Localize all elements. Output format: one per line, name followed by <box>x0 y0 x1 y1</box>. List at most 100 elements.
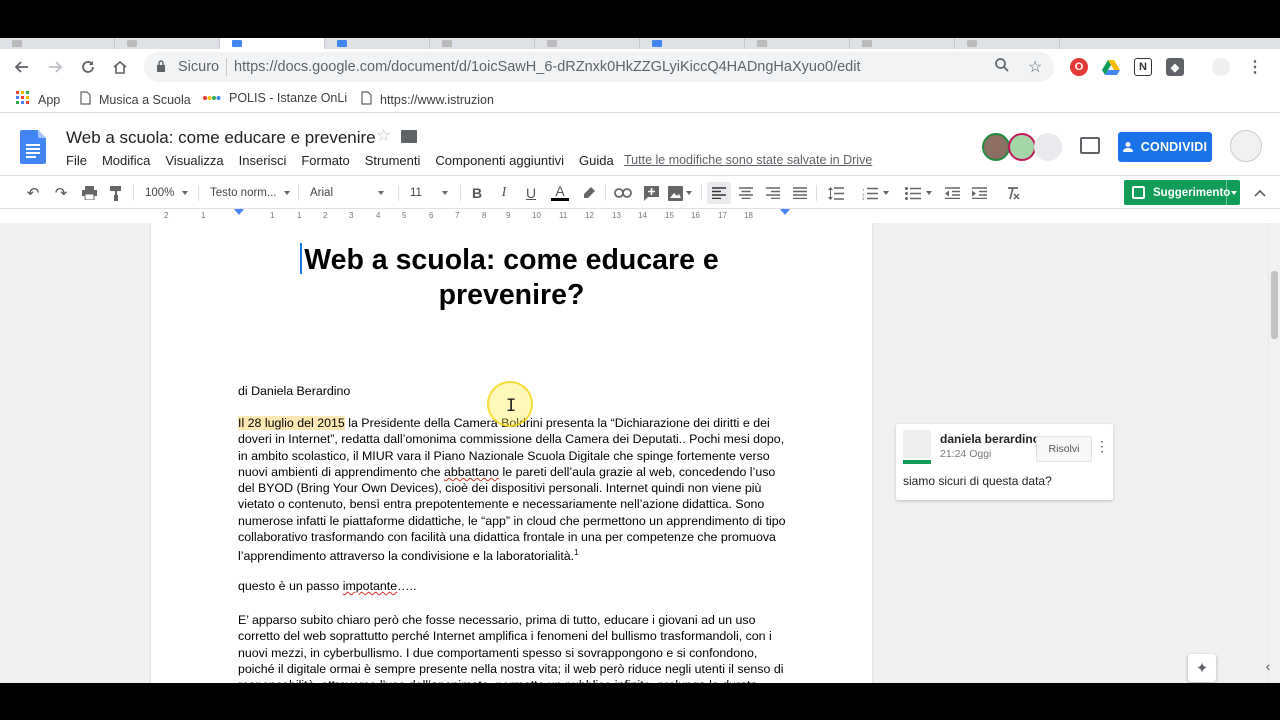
clear-formatting-icon[interactable] <box>1002 182 1024 204</box>
search-icon[interactable] <box>994 57 1010 78</box>
indent-marker[interactable] <box>234 209 244 215</box>
menu-guida[interactable]: Guida <box>579 153 614 168</box>
comments-icon[interactable] <box>1080 137 1100 154</box>
numbered-list-icon[interactable]: 123 <box>858 182 892 204</box>
font-select[interactable]: Arial <box>310 182 384 204</box>
explore-icon[interactable]: ✦ <box>1188 654 1216 682</box>
add-comment-icon[interactable] <box>640 182 662 204</box>
increase-indent-icon[interactable] <box>968 182 990 204</box>
font-size-select[interactable]: 11 <box>410 182 448 204</box>
chevron-left-icon[interactable]: ‹ <box>1256 652 1280 680</box>
redo-icon[interactable]: ↷ <box>50 182 72 204</box>
misspelled-word[interactable]: abbattano <box>444 465 499 479</box>
menu-formato[interactable]: Formato <box>301 153 349 168</box>
browser-tab[interactable] <box>850 38 955 49</box>
undo-icon[interactable]: ↶ <box>22 182 44 204</box>
divider <box>133 185 134 201</box>
bookmark-star-icon[interactable]: ☆ <box>1028 57 1042 77</box>
scrollbar-thumb[interactable] <box>1271 271 1278 339</box>
align-right-icon[interactable] <box>762 182 784 204</box>
browser-tab[interactable] <box>115 38 220 49</box>
profile-avatar[interactable] <box>1212 58 1230 76</box>
collapse-menus-icon[interactable] <box>1250 182 1270 204</box>
save-status[interactable]: Tutte le modifiche sono state salvate in… <box>624 153 872 167</box>
document-heading[interactable]: Web a scuola: come educare e prevenire? <box>239 243 784 313</box>
highlighted-text[interactable]: Il 28 luglio del 2015 <box>238 416 345 430</box>
vertical-scrollbar[interactable] <box>1268 223 1280 683</box>
align-left-icon[interactable] <box>707 182 731 204</box>
menu-visualizza[interactable]: Visualizza <box>165 153 223 168</box>
home-button[interactable] <box>108 55 132 79</box>
bookmark-istruzione[interactable]: https://www.istruzion <box>361 91 494 108</box>
browser-tab[interactable] <box>325 38 430 49</box>
url-text[interactable]: https://docs.google.com/document/d/1oicS… <box>234 59 860 75</box>
reload-button[interactable] <box>76 55 100 79</box>
underline-icon[interactable]: U <box>520 182 542 204</box>
paragraph-3[interactable]: E’ apparso subito chiaro però che fosse … <box>238 612 788 683</box>
bulleted-list-icon[interactable] <box>900 182 936 204</box>
notion-extension-icon[interactable]: N <box>1134 58 1152 76</box>
ruler-tick: 14 <box>638 211 647 220</box>
address-bar[interactable]: Sicuro https://docs.google.com/document/… <box>144 52 1054 82</box>
highlight-color-icon[interactable] <box>578 182 600 204</box>
align-center-icon[interactable] <box>735 182 757 204</box>
menu-modifica[interactable]: Modifica <box>102 153 150 168</box>
user-avatar[interactable] <box>1230 130 1262 162</box>
browser-tab[interactable] <box>535 38 640 49</box>
forward-button[interactable] <box>43 55 67 79</box>
bookmark-apps[interactable]: App <box>16 91 60 108</box>
right-indent-marker[interactable] <box>780 209 790 215</box>
ruler-tick: 1 <box>270 211 275 220</box>
collaborators-more-icon[interactable] <box>1034 133 1062 161</box>
paragraph-2[interactable]: questo è un passo impotante….. <box>238 578 788 594</box>
browser-tab[interactable] <box>640 38 745 49</box>
link-icon[interactable] <box>612 182 634 204</box>
more-vert-icon[interactable]: ⋮ <box>1246 58 1264 76</box>
browser-tab[interactable] <box>0 38 115 49</box>
collaborator-avatar[interactable] <box>982 133 1010 161</box>
decrease-indent-icon[interactable] <box>941 182 963 204</box>
star-icon[interactable]: ☆ <box>376 126 391 146</box>
paragraph-1[interactable]: Il 28 luglio del 2015 la Presidente dell… <box>238 415 788 565</box>
misspelled-word[interactable]: impotante <box>343 579 397 593</box>
document-title[interactable]: Web a scuola: come educare e prevenire <box>66 128 376 148</box>
browser-tab[interactable] <box>955 38 1060 49</box>
menu-componenti[interactable]: Componenti aggiuntivi <box>435 153 564 168</box>
paragraph-text: E’ apparso subito chiaro però che fosse … <box>238 613 784 683</box>
chevron-down-icon[interactable] <box>1226 180 1240 205</box>
style-select[interactable]: Testo norm... <box>210 182 291 204</box>
collaborator-avatar[interactable] <box>1008 133 1036 161</box>
menu-strumenti[interactable]: Strumenti <box>365 153 421 168</box>
secure-label: Sicuro <box>178 59 220 75</box>
print-icon[interactable] <box>78 182 100 204</box>
pocket-extension-icon[interactable]: ◆ <box>1166 58 1184 76</box>
browser-tab[interactable] <box>745 38 850 49</box>
bold-icon[interactable]: B <box>466 182 488 204</box>
menu-file[interactable]: File <box>66 153 87 168</box>
docs-logo-icon[interactable] <box>20 130 46 164</box>
bookmark-polis[interactable]: POLIS - Istanze OnLi <box>203 91 347 105</box>
menu-inserisci[interactable]: Inserisci <box>239 153 287 168</box>
line-spacing-icon[interactable] <box>824 182 848 204</box>
align-justify-icon[interactable] <box>789 182 811 204</box>
text-color-icon[interactable]: A <box>549 182 571 204</box>
footnote-ref[interactable]: 1 <box>574 548 578 557</box>
ruler[interactable]: 2 1 1 1 2 3 4 5 6 7 8 9 10 11 12 13 14 1… <box>0 209 1280 223</box>
insert-image-icon[interactable] <box>666 182 694 204</box>
opera-extension-icon[interactable]: O <box>1070 58 1088 76</box>
comment-card[interactable]: daniela berardino 21:24 Oggi Risolvi ⋮ s… <box>896 424 1113 500</box>
browser-tab-active[interactable] <box>220 38 325 49</box>
italic-icon[interactable]: I <box>493 182 515 204</box>
share-button[interactable]: CONDIVIDI <box>1118 132 1212 162</box>
browser-tab[interactable] <box>430 38 535 49</box>
bookmark-musica[interactable]: Musica a Scuola <box>80 91 191 108</box>
paint-format-icon[interactable] <box>105 182 127 204</box>
back-button[interactable] <box>10 55 34 79</box>
more-vert-icon[interactable]: ⋮ <box>1095 438 1109 455</box>
zoom-select[interactable]: 100% <box>145 182 189 204</box>
drive-extension-icon[interactable] <box>1102 58 1120 76</box>
folder-icon[interactable] <box>401 130 417 143</box>
resolve-button[interactable]: Risolvi <box>1036 436 1092 462</box>
suggesting-mode-button[interactable]: Suggerimento <box>1124 180 1240 205</box>
document-page[interactable]: Web a scuola: come educare e prevenire? … <box>151 223 872 683</box>
